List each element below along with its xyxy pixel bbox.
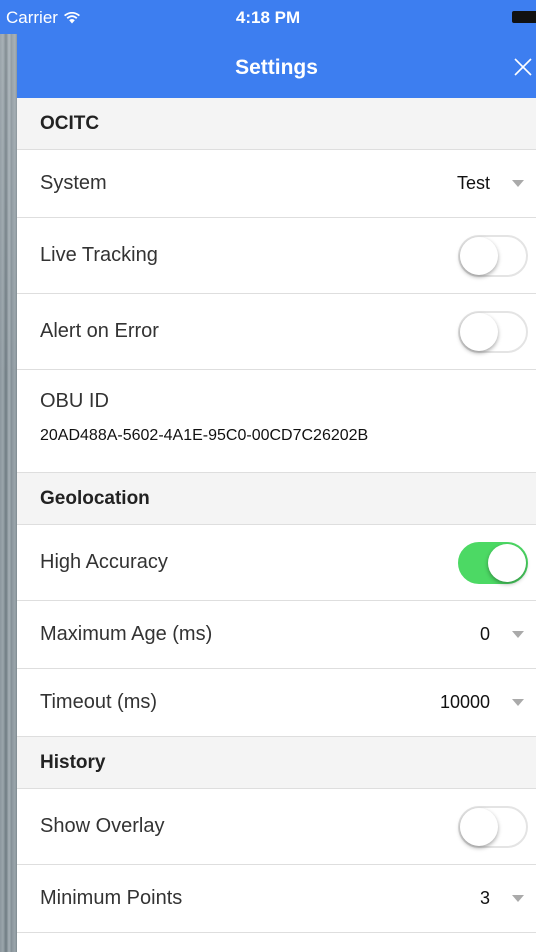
nav-bar: Settings: [17, 34, 536, 98]
section-title: Geolocation: [40, 487, 150, 509]
caret-down-icon: [512, 699, 524, 706]
toggle-knob: [460, 236, 498, 275]
toggle-knob: [460, 312, 498, 351]
status-time: 4:18 PM: [235, 8, 301, 27]
row-label: Maximum Age (ms): [40, 623, 213, 645]
select-value[interactable]: 0: [480, 624, 528, 645]
caret-down-icon: [512, 180, 524, 187]
obu-id-row: OBU ID 20AD488A-5602-4A1E-95C0-00CD7C262…: [17, 370, 536, 473]
select-value[interactable]: 10000: [440, 692, 528, 713]
toggle-knob: [460, 807, 498, 846]
section-title: OCITC: [40, 112, 100, 134]
section-header-geolocation: Geolocation: [17, 473, 536, 525]
page-title: Settings: [235, 56, 318, 79]
caret-down-icon: [512, 631, 524, 638]
caret-down-icon: [512, 895, 524, 902]
row-label: Show Overlay: [40, 815, 165, 837]
live-tracking-toggle[interactable]: [458, 234, 528, 277]
minimum-points-select[interactable]: Minimum Points 3: [17, 865, 536, 933]
obu-id-label: OBU ID: [40, 390, 109, 412]
select-value[interactable]: Test: [457, 173, 528, 194]
section-title: History: [40, 751, 106, 773]
select-value-text: 3: [479, 888, 490, 908]
row-label: Live Tracking: [40, 244, 158, 266]
settings-panel: OCITC System Test Live Tracking Alert on…: [17, 98, 536, 952]
high-accuracy-row: High Accuracy: [17, 525, 536, 601]
show-overlay-toggle[interactable]: [458, 805, 528, 848]
row-label: High Accuracy: [40, 551, 168, 573]
maximum-age-select[interactable]: Maximum Age (ms) 0: [17, 601, 536, 669]
row-label: Minimum Points: [40, 887, 183, 909]
obu-id-value: 20AD488A-5602-4A1E-95C0-00CD7C26202B: [40, 427, 369, 444]
row-label: Timeout (ms): [40, 691, 158, 713]
select-value-text: 0: [479, 624, 490, 644]
toggle-knob: [488, 543, 526, 582]
section-header-history: History: [17, 737, 536, 789]
row-label: Alert on Error: [40, 320, 159, 342]
select-value[interactable]: 3: [480, 888, 528, 909]
show-overlay-row: Show Overlay: [17, 789, 536, 865]
row-label: System: [40, 172, 107, 194]
live-tracking-row: Live Tracking: [17, 218, 536, 294]
select-value-text: 10000: [439, 692, 490, 712]
system-select[interactable]: System Test: [17, 150, 536, 218]
alert-on-error-row: Alert on Error: [17, 294, 536, 370]
timeout-select[interactable]: Timeout (ms) 10000: [17, 669, 536, 737]
section-header-ocitc: OCITC: [17, 98, 536, 150]
close-icon[interactable]: [512, 56, 534, 78]
select-value-text: Test: [456, 173, 490, 193]
high-accuracy-toggle[interactable]: [458, 541, 528, 584]
status-bar: Carrier 4:18 PM: [0, 0, 536, 34]
alert-on-error-toggle[interactable]: [458, 310, 528, 353]
battery-icon: [512, 11, 536, 23]
